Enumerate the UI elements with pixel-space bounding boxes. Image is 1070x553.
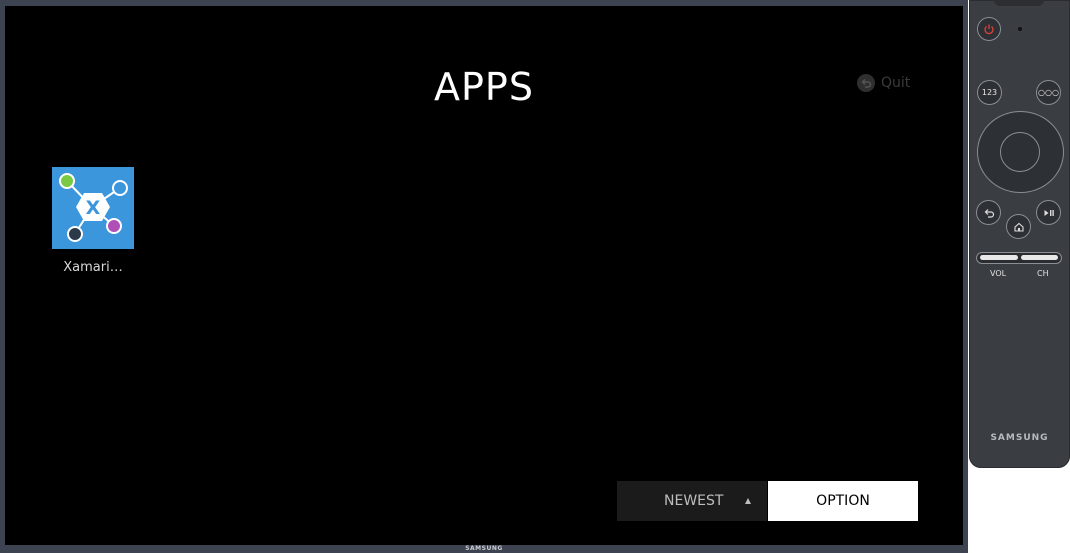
remote-back-button[interactable] — [976, 200, 1001, 225]
option-button[interactable]: OPTION — [768, 481, 918, 521]
app-label: Xamari… — [63, 260, 123, 275]
play-pause-button[interactable] — [1036, 200, 1061, 225]
tv-frame: APPS Quit X Xamari… NEWEST OPTION SAMSUN… — [0, 0, 968, 553]
back-icon — [984, 208, 994, 218]
quit-label: Quit — [881, 75, 911, 91]
power-button[interactable] — [977, 17, 1001, 41]
xamarin-icon: X — [52, 167, 134, 249]
triangle-up-icon — [745, 498, 751, 504]
app-tile-xamarin[interactable]: X Xamari… — [52, 167, 134, 275]
vol-ch-rocker[interactable] — [976, 252, 1062, 264]
vol-label: VOL — [990, 269, 1007, 278]
tv-brand-logo: SAMSUNG — [465, 545, 503, 552]
dpad-select-button[interactable] — [1000, 132, 1040, 172]
remote-led — [1018, 27, 1022, 31]
sort-dropdown[interactable]: NEWEST — [617, 481, 767, 521]
ch-label: CH — [1037, 269, 1049, 278]
volume-rocker[interactable] — [980, 255, 1018, 260]
play-pause-icon — [1044, 209, 1054, 216]
home-icon — [1013, 222, 1024, 232]
page-title: APPS — [434, 65, 534, 109]
more-button[interactable]: ○○○ — [1036, 80, 1061, 105]
back-icon — [857, 74, 875, 92]
remote-top-cap — [994, 0, 1044, 6]
remote-brand-logo: SAMSUNG — [990, 433, 1049, 443]
sort-label: NEWEST — [664, 493, 724, 509]
channel-rocker[interactable] — [1021, 255, 1058, 260]
tv-screen: APPS Quit X Xamari… NEWEST OPTION — [5, 6, 963, 545]
power-icon — [984, 24, 994, 35]
home-button[interactable] — [1006, 214, 1031, 239]
svg-text:X: X — [86, 197, 101, 219]
number-pad-button[interactable]: 123 — [977, 80, 1002, 105]
quit-button[interactable]: Quit — [857, 72, 910, 94]
remote-control: 123 ○○○ VOL CH SAMSUNG — [969, 0, 1070, 468]
